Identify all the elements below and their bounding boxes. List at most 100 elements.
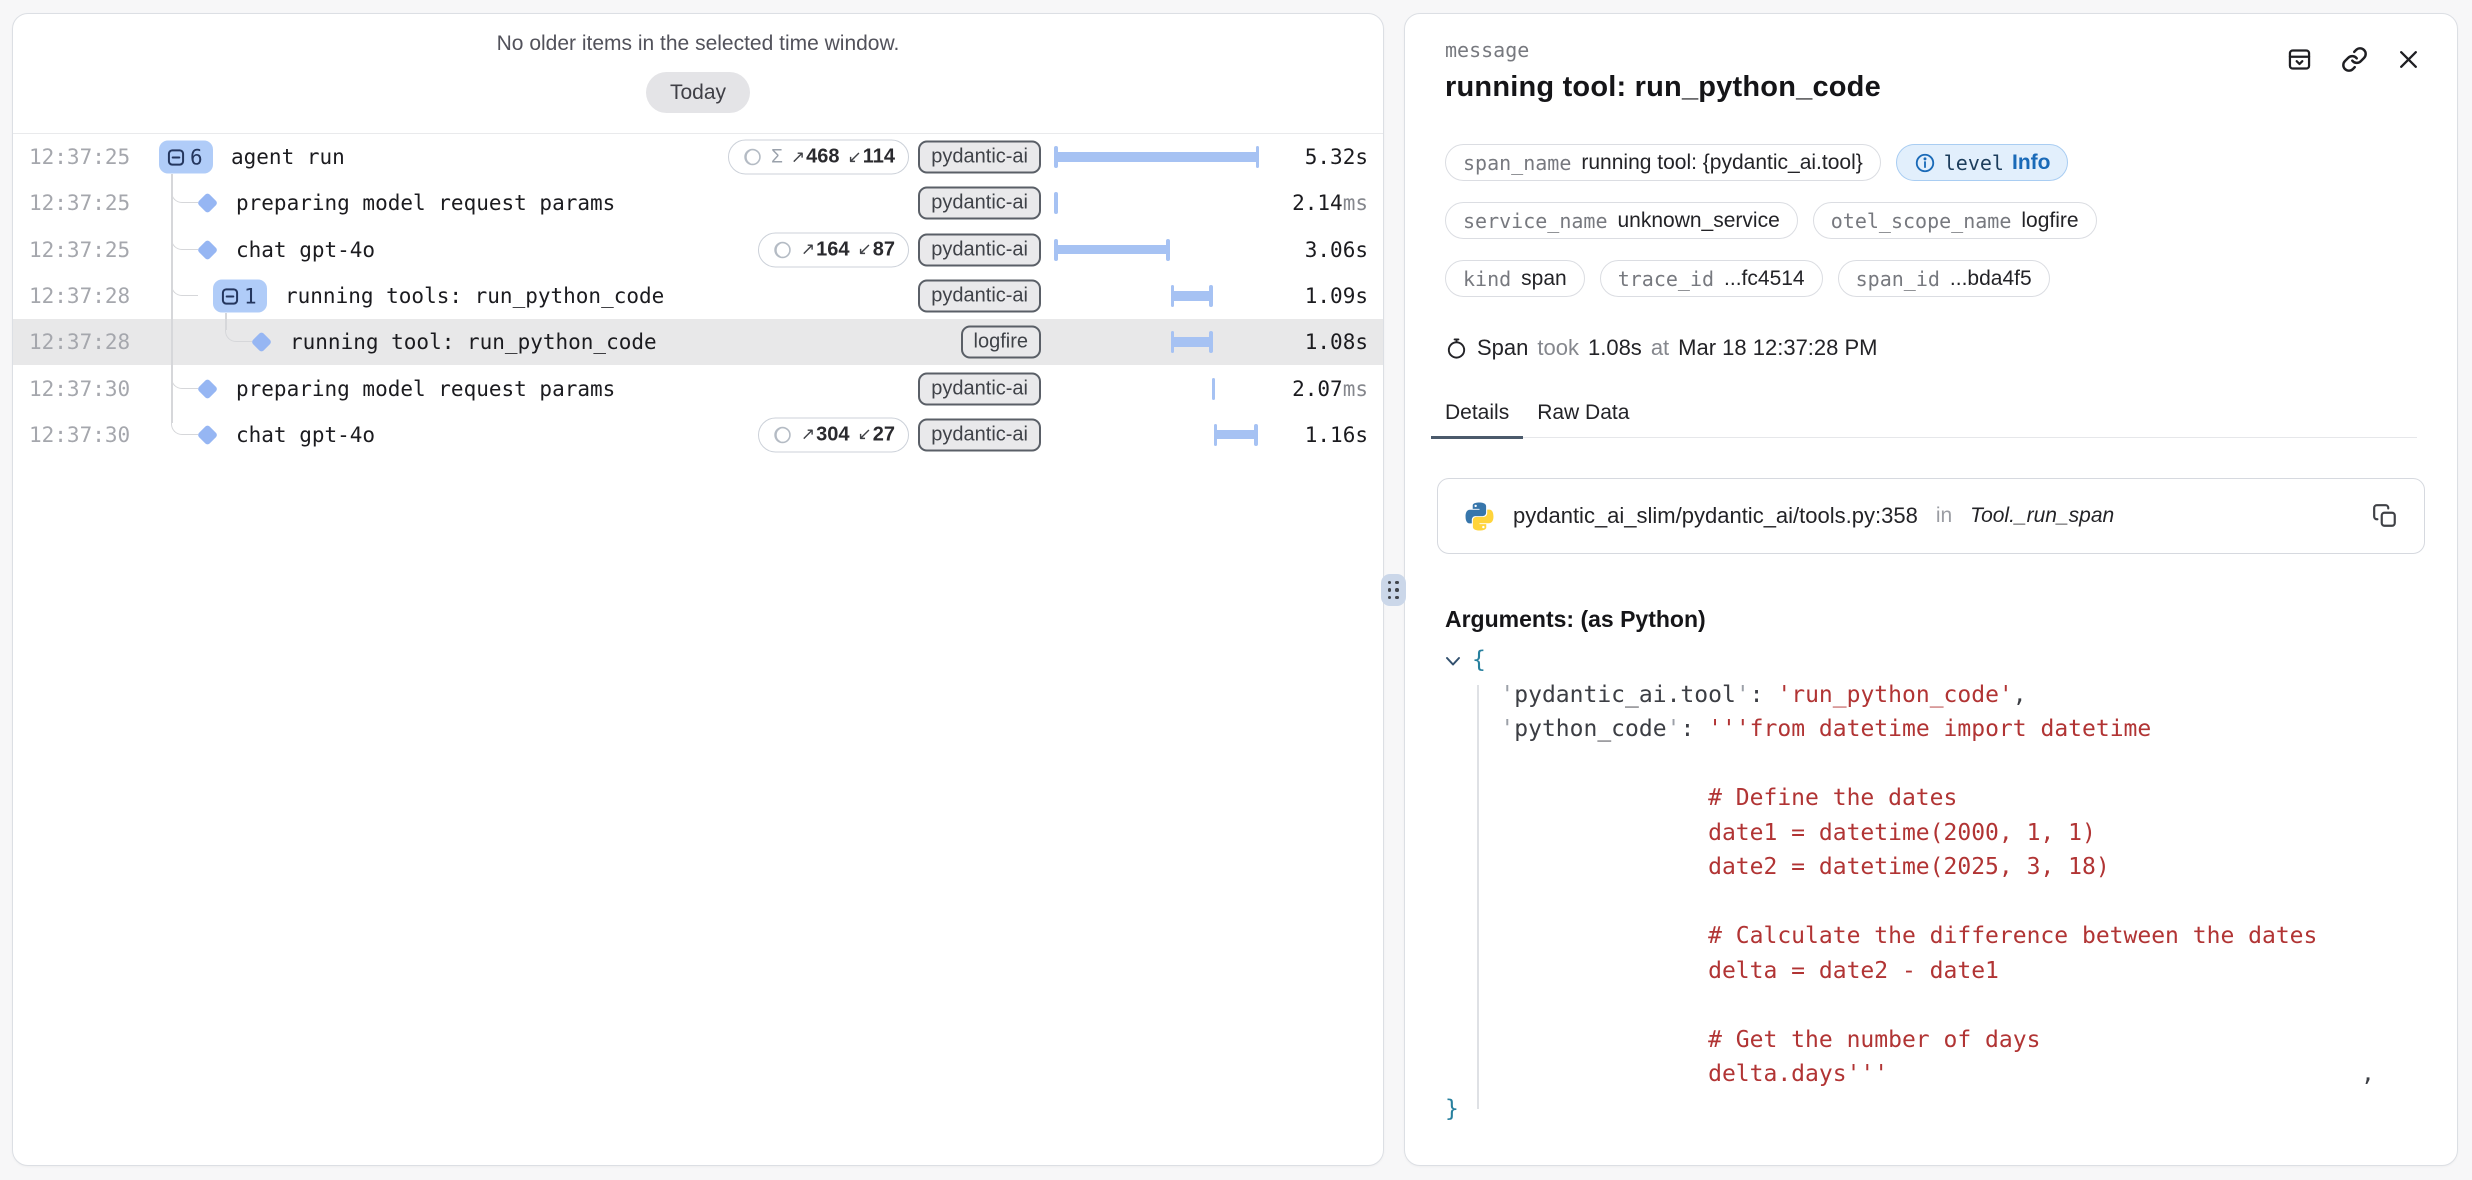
collapse-chevron-icon[interactable] xyxy=(1445,656,1472,667)
span-name: preparing model request params xyxy=(236,377,615,401)
source-context: Tool._run_span xyxy=(1970,504,2114,528)
scope-tag[interactable]: logfire xyxy=(961,326,1041,359)
code-line: # Calculate the difference between the d… xyxy=(1445,919,2417,954)
code-line xyxy=(1445,747,2417,782)
tree-elbow xyxy=(171,236,198,250)
arguments-code-block: { 'pydantic_ai.tool': 'run_python_code',… xyxy=(1445,643,2417,1126)
took-word: Span xyxy=(1477,335,1528,361)
output-tokens-arrow-icon: ↙ xyxy=(858,425,872,445)
tree-elbow xyxy=(171,282,198,296)
code-line: # Get the number of days xyxy=(1445,1023,2417,1058)
span-diamond-icon xyxy=(197,378,218,399)
badge-row-3: kindspan trace_id...fc4514 span_id...bda4f… xyxy=(1445,260,2417,297)
tree-elbow xyxy=(171,375,198,389)
span-name: chat gpt-4o xyxy=(236,423,375,447)
span-duration-line: Span took 1.08s at Mar 18 12:37:28 PM xyxy=(1445,335,2417,361)
output-tokens-arrow-icon: ↙ xyxy=(847,147,861,167)
source-location-box[interactable]: pydantic_ai_slim/pydantic_ai/tools.py:35… xyxy=(1437,478,2425,554)
trace_id-badge[interactable]: trace_id...fc4514 xyxy=(1600,260,1823,297)
span-diamond-icon xyxy=(197,239,218,260)
span-duration-value: 1.08s xyxy=(1588,335,1642,361)
code-line: } xyxy=(1445,1092,2417,1127)
collapse-toggle[interactable]: 6 xyxy=(159,141,213,174)
trace-row[interactable]: 12:37:25preparing model request paramspy… xyxy=(13,180,1383,226)
span-detail-panel: message running tool: run_python_code sp… xyxy=(1404,13,2458,1166)
code-line xyxy=(1445,988,2417,1023)
today-button[interactable]: Today xyxy=(646,72,750,113)
close-icon[interactable] xyxy=(2396,47,2421,72)
trace-row[interactable]: 12:37:28running tool: run_python_codelog… xyxy=(13,319,1383,365)
input-tokens: 164 xyxy=(816,238,849,261)
input-tokens-arrow-icon: ↗ xyxy=(801,240,815,260)
tab-raw-data[interactable]: Raw Data xyxy=(1523,393,1643,437)
output-tokens: 114 xyxy=(863,146,895,169)
code-line: delta.days''', xyxy=(1445,1057,2417,1092)
span-title: running tool: run_python_code xyxy=(1445,71,2417,104)
token-icon xyxy=(742,147,763,168)
took-word: at xyxy=(1651,335,1669,361)
code-line: 'pydantic_ai.tool': 'run_python_code', xyxy=(1445,678,2417,713)
tab-details[interactable]: Details xyxy=(1431,393,1523,439)
trace-list-panel: No older items in the selected time wind… xyxy=(12,13,1384,1166)
code-line xyxy=(1445,885,2417,920)
scope-tag[interactable]: pydantic-ai xyxy=(918,280,1041,313)
code-line: delta = date2 - date1 xyxy=(1445,954,2417,989)
input-tokens: 468 xyxy=(806,146,839,169)
badge-row-2: service_nameunknown_service otel_scope_na… xyxy=(1445,202,2417,239)
span-diamond-icon xyxy=(197,424,218,445)
span_id-badge[interactable]: span_id...bda4f5 xyxy=(1838,260,2050,297)
span-timeline xyxy=(1054,423,1259,447)
copy-icon[interactable] xyxy=(2372,503,2398,529)
service_name-badge[interactable]: service_nameunknown_service xyxy=(1445,202,1798,239)
span-duration: 1.08s xyxy=(1305,330,1368,354)
trace-row[interactable]: 12:37:25chat gpt-4o↗164↙87pydantic-ai3.0… xyxy=(13,227,1383,273)
took-word: took xyxy=(1537,335,1579,361)
span-name-badge[interactable]: span_name running tool: {pydantic_ai.too… xyxy=(1445,144,1881,181)
span-timeline xyxy=(1054,145,1259,169)
arguments-heading: Arguments: (as Python) xyxy=(1445,606,2417,633)
tree-line xyxy=(171,273,173,319)
span-name: preparing model request params xyxy=(236,191,615,215)
archive-icon[interactable] xyxy=(2286,46,2313,73)
kind-badge[interactable]: kindspan xyxy=(1445,260,1585,297)
link-icon[interactable] xyxy=(2341,46,2368,73)
span-duration: 3.06s xyxy=(1305,238,1368,262)
code-line: 'python_code': '''from datetime import d… xyxy=(1445,712,2417,747)
span-name: running tools: run_python_code xyxy=(285,284,664,308)
input-tokens: 304 xyxy=(816,423,849,446)
scope-tag[interactable]: pydantic-ai xyxy=(918,141,1041,174)
trace-row[interactable]: 12:37:256agent runΣ↗468↙114pydantic-ai5.… xyxy=(13,134,1383,180)
input-tokens-arrow-icon: ↗ xyxy=(801,425,815,445)
span-name: chat gpt-4o xyxy=(236,238,375,262)
panel-resize-handle[interactable] xyxy=(1381,574,1406,606)
token-icon xyxy=(772,239,793,260)
otel_scope_name-badge[interactable]: otel_scope_namelogfire xyxy=(1813,202,2097,239)
span-timeline xyxy=(1054,330,1259,354)
python-icon xyxy=(1464,501,1495,532)
scope-tag[interactable]: pydantic-ai xyxy=(918,418,1041,451)
row-timestamp: 12:37:25 xyxy=(29,238,130,262)
trace-row[interactable]: 12:37:30chat gpt-4o↗304↙27pydantic-ai1.1… xyxy=(13,412,1383,458)
span-name: running tool: run_python_code xyxy=(290,330,657,354)
logfire-trace-view: { "colors": { "accent_blue": "#1a6ab8", … xyxy=(0,0,2472,1180)
tree-line xyxy=(171,365,173,411)
collapse-toggle[interactable]: 1 xyxy=(213,280,267,313)
row-timestamp: 12:37:30 xyxy=(29,377,130,401)
span-kind-label: message xyxy=(1445,38,2417,62)
scope-tag[interactable]: pydantic-ai xyxy=(918,372,1041,405)
code-line: { xyxy=(1445,643,2417,678)
source-in-word: in xyxy=(1936,504,1952,528)
row-timestamp: 12:37:30 xyxy=(29,423,130,447)
token-icon xyxy=(772,424,793,445)
scope-tag[interactable]: pydantic-ai xyxy=(918,187,1041,220)
output-tokens: 27 xyxy=(873,423,895,446)
trace-row[interactable]: 12:37:281running tools: run_python_codep… xyxy=(13,273,1383,319)
code-line: date2 = datetime(2025, 3, 18) xyxy=(1445,850,2417,885)
trace-row[interactable]: 12:37:30 preparing model request params py… xyxy=(13,365,1383,411)
scope-tag[interactable]: pydantic-ai xyxy=(918,233,1041,266)
input-tokens-arrow-icon: ↗ xyxy=(791,147,805,167)
level-badge[interactable]: level Info xyxy=(1896,144,2069,181)
detail-tabs: Details Raw Data xyxy=(1431,393,2417,438)
span-timeline xyxy=(1054,284,1259,308)
span-diamond-icon xyxy=(251,332,272,353)
